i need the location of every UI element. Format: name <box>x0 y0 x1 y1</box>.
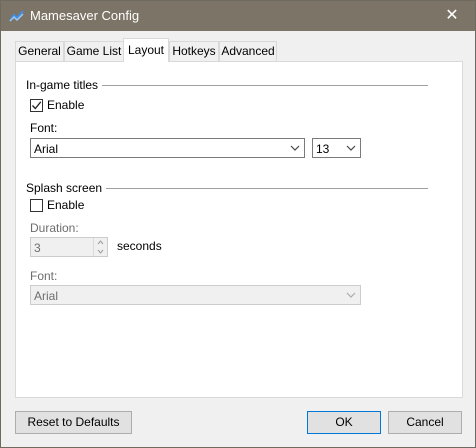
spin-up-icon[interactable] <box>94 238 107 247</box>
tab-layout[interactable]: Layout <box>123 38 169 62</box>
in-game-titles-enable-checkbox[interactable] <box>30 99 43 112</box>
title-bar[interactable]: Mamesaver Config ✕ <box>1 1 475 31</box>
spin-down-icon[interactable] <box>94 247 107 256</box>
splash-font-label: Font: <box>30 269 58 283</box>
tab-hotkeys[interactable]: Hotkeys <box>169 41 219 61</box>
chevron-down-icon <box>346 145 356 151</box>
tab-game-list[interactable]: Game List <box>64 41 124 61</box>
in-game-titles-font-label: Font: <box>30 121 58 135</box>
splash-screen-enable-checkbox[interactable] <box>30 199 43 212</box>
config-window: Mamesaver Config ✕ General Game List Lay… <box>0 0 476 448</box>
in-game-titles-size-select[interactable]: 13 <box>312 138 361 158</box>
duration-value: 3 <box>34 241 41 255</box>
font-select-value: Arial <box>34 142 59 156</box>
ok-button[interactable]: OK <box>307 411 381 434</box>
splash-screen-enable-label[interactable]: Enable <box>47 198 84 212</box>
tab-general[interactable]: General <box>15 41 64 61</box>
splash-duration-spinner[interactable]: 3 <box>30 237 108 257</box>
in-game-titles-heading: In-game titles <box>26 78 103 92</box>
chevron-down-icon <box>346 292 356 298</box>
duration-unit-label: seconds <box>117 239 162 253</box>
window-title: Mamesaver Config <box>30 8 140 23</box>
layout-tab-panel: In-game titles Enable Font: Arial 13 Spl… <box>15 61 463 398</box>
tab-advanced[interactable]: Advanced <box>219 41 277 61</box>
close-icon[interactable]: ✕ <box>429 1 475 31</box>
splash-duration-label: Duration: <box>30 221 79 235</box>
size-select-value: 13 <box>316 142 330 156</box>
splash-font-value: Arial <box>34 289 59 303</box>
reset-to-defaults-button[interactable]: Reset to Defaults <box>15 411 132 434</box>
duration-spin-buttons <box>93 238 107 256</box>
in-game-titles-font-select[interactable]: Arial <box>30 138 305 158</box>
checkmark-icon <box>32 101 42 110</box>
cancel-button[interactable]: Cancel <box>388 411 462 434</box>
splash-screen-heading: Splash screen <box>26 181 107 195</box>
mamesaver-app-icon <box>9 9 25 23</box>
in-game-titles-enable-label[interactable]: Enable <box>47 98 84 112</box>
chevron-down-icon <box>290 145 300 151</box>
splash-font-select[interactable]: Arial <box>30 285 361 305</box>
